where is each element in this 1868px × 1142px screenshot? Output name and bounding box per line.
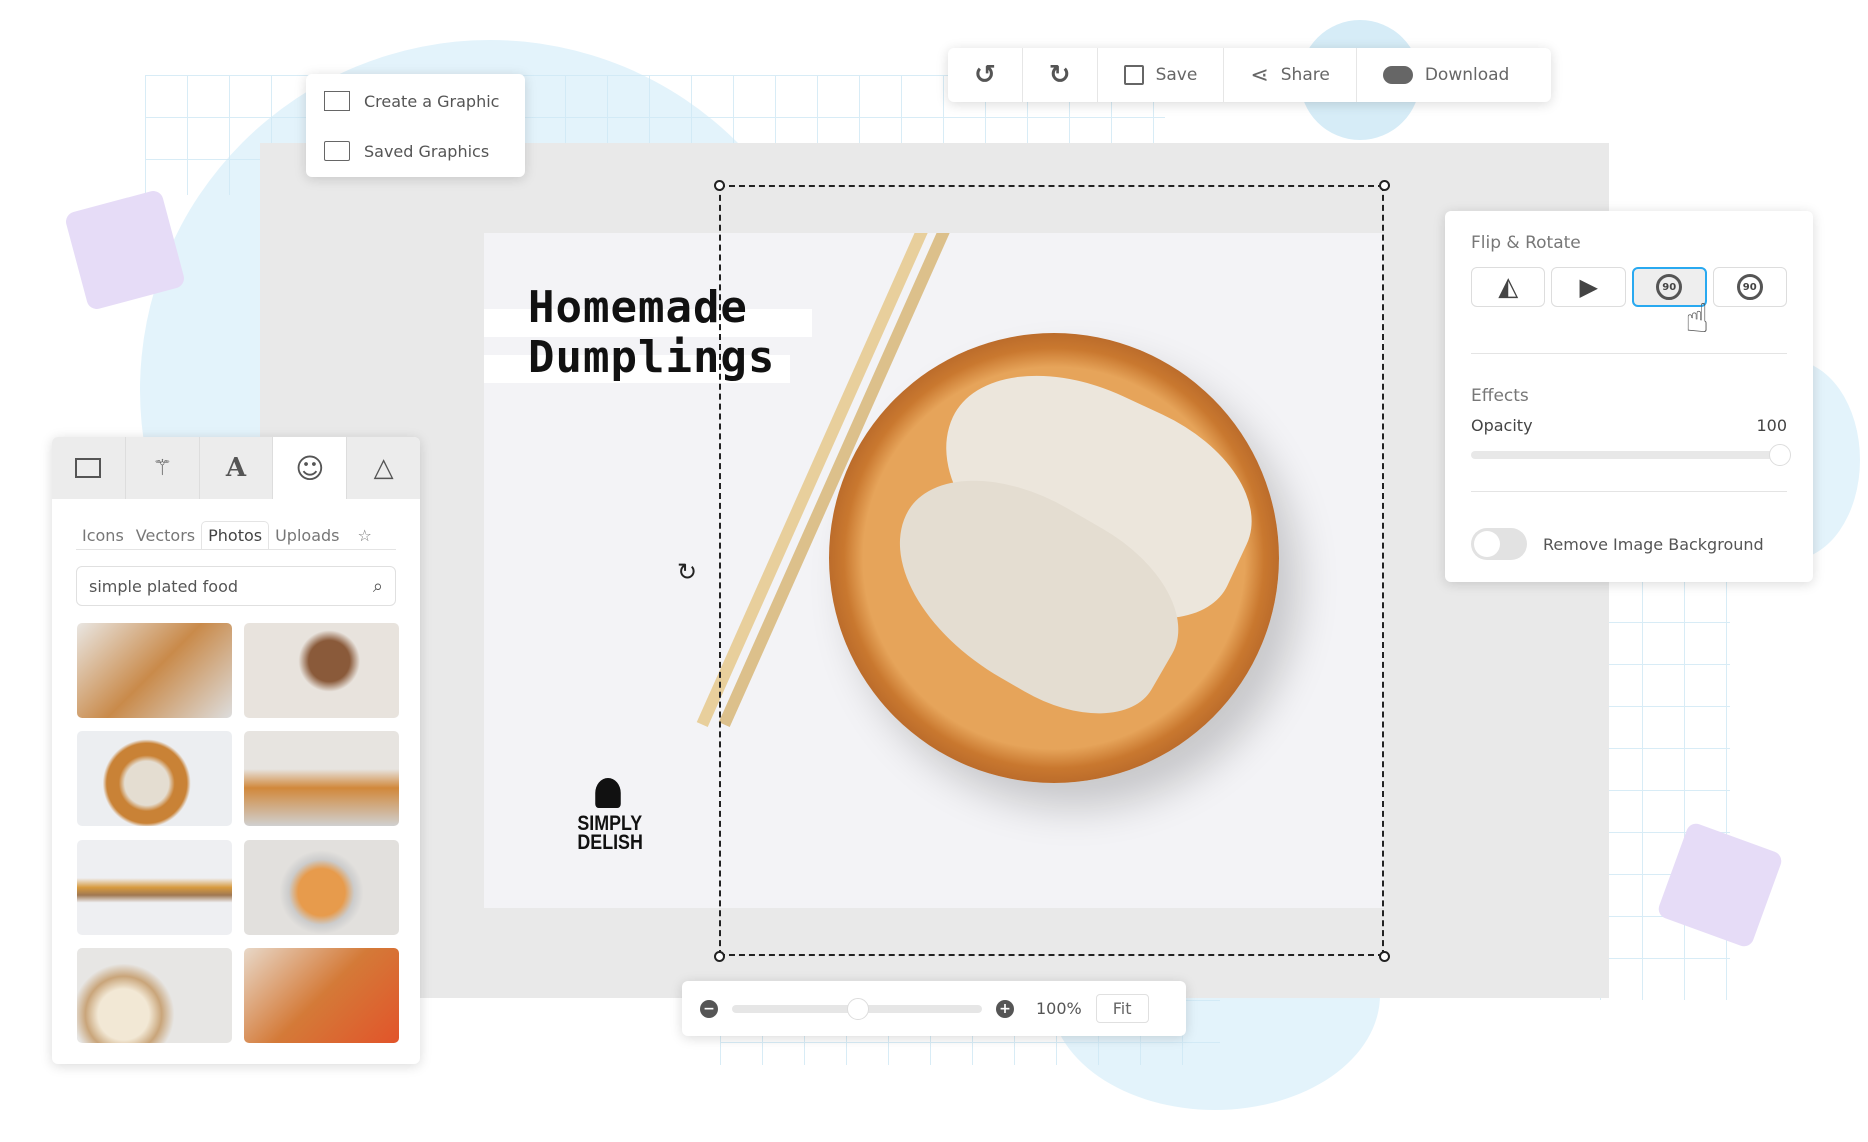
zoom-in-icon[interactable]: + (996, 999, 1014, 1018)
zoom-slider[interactable] (732, 997, 982, 1020)
graphic-menu: Create a Graphic Saved Graphics (306, 74, 525, 177)
search-icon[interactable]: ⌕ (373, 576, 383, 597)
resize-handle[interactable] (714, 180, 725, 191)
hand-cursor-icon: ☝ (1685, 296, 1710, 342)
triangle-icon: △ (373, 453, 394, 483)
star-icon[interactable]: ☆ (352, 522, 378, 549)
menu-item-saved-graphics[interactable]: Saved Graphics (306, 126, 525, 176)
flip-rotate-buttons: ◭ ▶ 90 90 (1471, 267, 1787, 307)
menu-item-label: Saved Graphics (364, 141, 490, 161)
share-icon: ⋖ (1250, 62, 1269, 88)
opacity-slider-thumb[interactable] (1769, 444, 1791, 466)
photo-thumbnail[interactable] (77, 948, 232, 1043)
flip-horizontal-button[interactable]: ◭ (1471, 267, 1546, 307)
section-title: Effects (1471, 386, 1529, 406)
remove-bg-label: Remove Image Background (1543, 534, 1764, 554)
chef-hat-icon (595, 778, 621, 808)
subtab-icons[interactable]: Icons (76, 522, 130, 549)
logo[interactable]: SIMPLY DELISH (577, 778, 643, 854)
photo-thumbnail[interactable] (77, 840, 232, 935)
tab-shapes[interactable]: △ (347, 437, 420, 499)
undo-icon: ↺ (974, 60, 996, 90)
top-toolbar: ↺ ↻ Save ⋖ Share Download (948, 48, 1551, 102)
resize-handle[interactable] (1379, 180, 1390, 191)
floppy-disk-icon (1123, 65, 1144, 85)
remove-bg-row: Remove Image Background (1471, 528, 1787, 560)
rotate-left-icon: 90 (1656, 274, 1683, 300)
logo-text: DELISH (577, 831, 643, 854)
remove-bg-toggle[interactable] (1471, 528, 1527, 560)
save-label: Save (1155, 65, 1198, 85)
section-title: Flip & Rotate (1471, 233, 1581, 253)
share-label: Share (1280, 65, 1330, 85)
text-icon: A (225, 453, 247, 483)
tab-emoji[interactable]: ☺ (273, 437, 348, 499)
photo-thumbnail[interactable] (244, 731, 399, 826)
resize-handle[interactable] (714, 951, 725, 962)
redo-icon: ↻ (1048, 60, 1071, 90)
undo-button[interactable]: ↺ (948, 48, 1023, 102)
zoom-slider-thumb[interactable] (847, 997, 869, 1020)
properties-panel: Flip & Rotate ◭ ▶ 90 90 ☝ Effects Opacit… (1445, 211, 1813, 582)
tab-text[interactable]: A (199, 437, 274, 499)
magic-wand-icon: ⚚ (152, 455, 173, 481)
divider (1471, 353, 1787, 354)
redo-button[interactable]: ↻ (1023, 48, 1098, 102)
resize-handle[interactable] (1379, 951, 1390, 962)
selection-box[interactable] (719, 185, 1384, 956)
opacity-row: Opacity 100 (1471, 416, 1787, 435)
subtab-photos[interactable]: Photos (201, 521, 270, 549)
photo-thumbnail[interactable] (244, 623, 399, 718)
tab-images[interactable] (52, 437, 126, 499)
search-input[interactable]: simple plated food (89, 577, 238, 596)
photo-thumbnail[interactable] (77, 623, 232, 718)
rotate-right-button[interactable]: 90 (1712, 267, 1787, 307)
subtab-uploads[interactable]: Uploads (269, 522, 345, 549)
assets-panel: ⚚ A ☺ △ Icons Vectors Photos Uploads ☆ s… (52, 437, 420, 1064)
download-label: Download (1424, 65, 1510, 85)
fit-button[interactable]: Fit (1095, 994, 1149, 1023)
sub-tabs: Icons Vectors Photos Uploads ☆ (76, 521, 396, 550)
zoom-value: 100% (1036, 999, 1082, 1018)
image-icon (75, 458, 102, 478)
menu-item-create-graphic[interactable]: Create a Graphic (306, 76, 525, 126)
download-button[interactable]: Download (1357, 48, 1536, 102)
image-icon (324, 91, 350, 111)
photo-thumbnail[interactable] (244, 840, 399, 935)
background-grid (1600, 580, 1730, 1000)
photo-thumbnail[interactable] (244, 948, 399, 1043)
zoom-out-icon[interactable]: − (700, 999, 718, 1018)
search-field[interactable]: simple plated food ⌕ (76, 566, 396, 606)
smiley-icon: ☺ (295, 451, 325, 485)
menu-item-label: Create a Graphic (364, 91, 500, 111)
opacity-value: 100 (1756, 416, 1787, 435)
divider (1471, 491, 1787, 492)
flip-vertical-button[interactable]: ▶ (1551, 267, 1626, 307)
tab-magic[interactable]: ⚚ (125, 437, 200, 499)
save-button[interactable]: Save (1098, 48, 1225, 102)
subtab-vectors[interactable]: Vectors (130, 522, 201, 549)
share-button[interactable]: ⋖ Share (1224, 48, 1357, 102)
tool-tabs: ⚚ A ☺ △ (52, 437, 420, 499)
zoom-bar: − + 100% Fit (682, 981, 1186, 1036)
opacity-slider[interactable] (1471, 444, 1791, 466)
cloud-download-icon (1382, 66, 1413, 84)
rotate-right-icon: 90 (1736, 274, 1763, 300)
folder-icon (324, 141, 350, 161)
rotate-handle-icon[interactable]: ↻ (677, 558, 697, 586)
opacity-label: Opacity (1471, 416, 1533, 435)
flip-vertical-icon: ▶ (1579, 273, 1598, 301)
flip-horizontal-icon: ◭ (1498, 272, 1519, 302)
photo-thumbnail[interactable] (77, 731, 232, 826)
